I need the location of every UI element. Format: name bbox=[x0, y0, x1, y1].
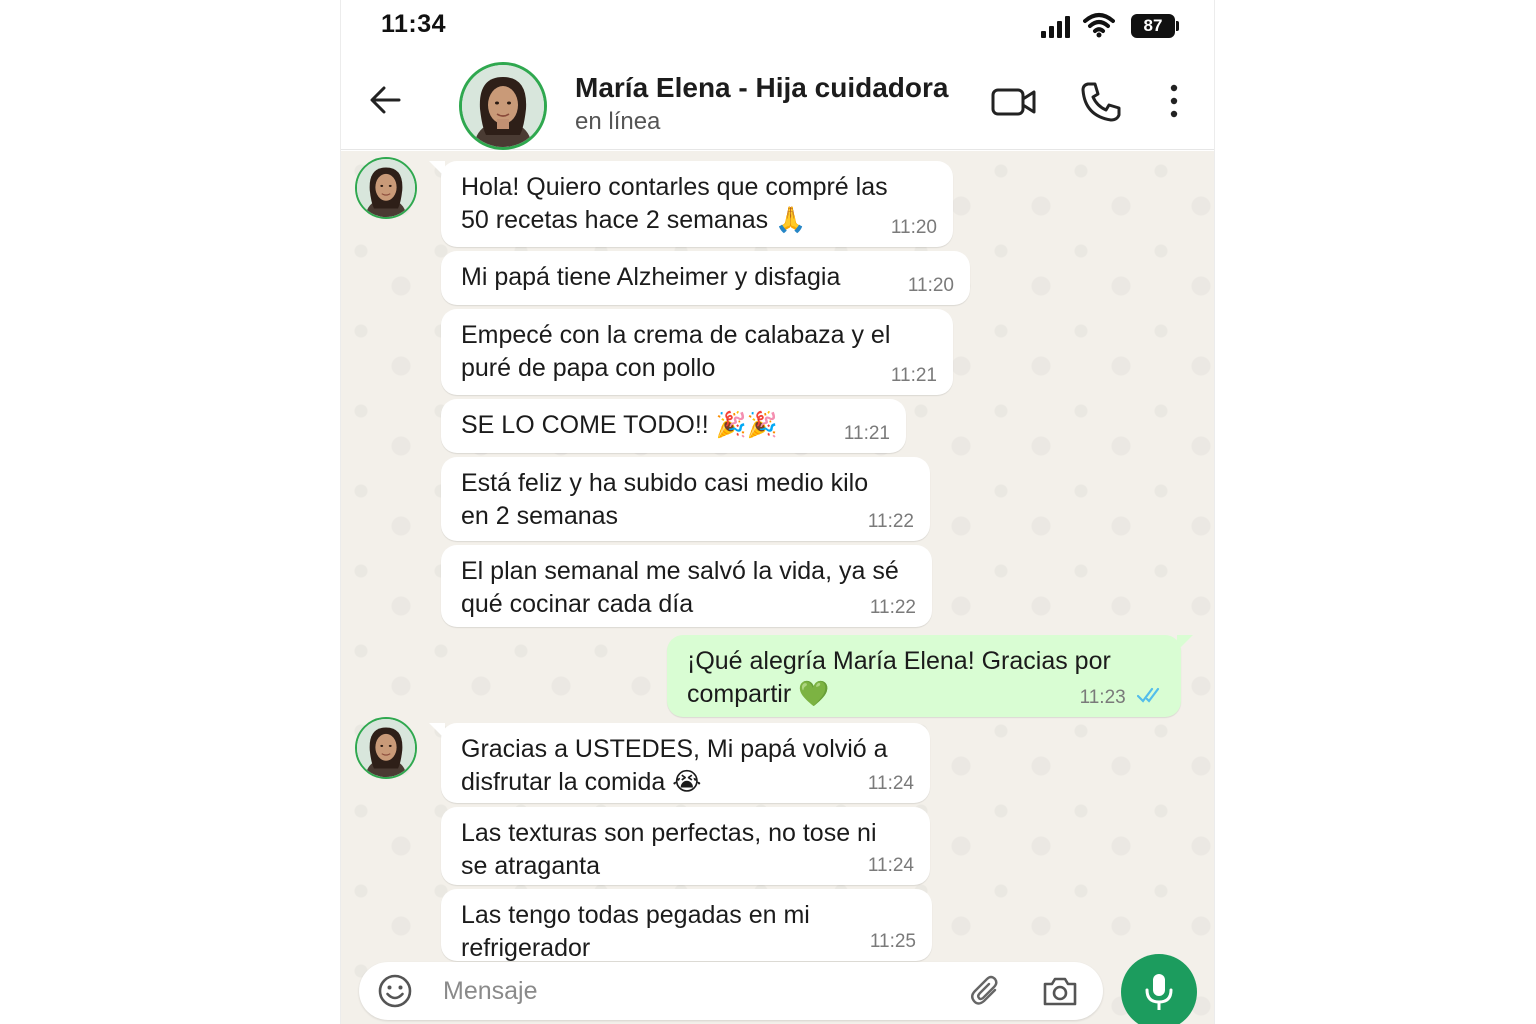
message-text: Empecé con la crema de calabaza y el pur… bbox=[461, 321, 891, 382]
message-time: 11:22 bbox=[869, 597, 916, 618]
camera-icon[interactable] bbox=[1041, 974, 1079, 1008]
message-time: 11:25 bbox=[869, 931, 916, 952]
message-input[interactable] bbox=[443, 970, 943, 1012]
more-vert-icon[interactable] bbox=[1156, 80, 1192, 124]
message-time: 11:23 bbox=[1079, 687, 1126, 708]
status-time: 11:34 bbox=[381, 10, 447, 38]
message-bubble-in[interactable]: El plan semanal me salvó la vida, ya sé … bbox=[441, 545, 932, 627]
message-bubble-out[interactable]: ¡Qué alegría María Elena! Gracias por co… bbox=[667, 635, 1193, 717]
emoji-icon[interactable] bbox=[377, 973, 413, 1009]
chat-header: María Elena - Hija cuidadora en línea bbox=[341, 52, 1214, 150]
message-composer bbox=[359, 962, 1103, 1020]
message-text: SE LO COME TODO!! 🎉🎉 bbox=[461, 411, 778, 439]
message-bubble-in[interactable]: Gracias a USTEDES, Mi papá volvió a disf… bbox=[429, 723, 930, 803]
message-bubble-in[interactable]: Está feliz y ha subido casi medio kilo e… bbox=[441, 457, 930, 541]
message-time: 11:20 bbox=[890, 217, 937, 238]
message-time: 11:24 bbox=[867, 773, 914, 794]
message-time: 11:21 bbox=[890, 365, 937, 386]
message-time: 11:21 bbox=[843, 423, 890, 444]
message-text: Hola! Quiero contarles que compré las 50… bbox=[461, 173, 888, 234]
message-text: Las texturas son perfectas, no tose ni s… bbox=[461, 819, 877, 880]
message-bubble-in[interactable]: Hola! Quiero contarles que compré las 50… bbox=[429, 161, 953, 247]
wifi-icon bbox=[1083, 12, 1115, 43]
contact-name[interactable]: María Elena - Hija cuidadora bbox=[575, 72, 948, 104]
message-text: Mi papá tiene Alzheimer y disfagia bbox=[461, 263, 841, 291]
message-bubble-in[interactable]: Las texturas son perfectas, no tose ni s… bbox=[441, 807, 930, 885]
message-bubble-in[interactable]: Mi papá tiene Alzheimer y disfagia 11:20 bbox=[441, 251, 970, 305]
video-call-icon[interactable] bbox=[991, 80, 1037, 124]
contact-status: en línea bbox=[575, 108, 661, 135]
sender-avatar[interactable] bbox=[355, 157, 417, 219]
phone-icon[interactable] bbox=[1079, 80, 1125, 124]
message-text: Gracias a USTEDES, Mi papá volvió a disf… bbox=[461, 735, 888, 796]
message-time: 11:22 bbox=[867, 511, 914, 532]
message-time: 11:20 bbox=[907, 275, 954, 296]
battery-level: 87 bbox=[1131, 14, 1175, 38]
attach-icon[interactable] bbox=[969, 974, 1003, 1008]
back-arrow-icon[interactable] bbox=[367, 82, 403, 118]
battery-icon: 87 bbox=[1131, 14, 1179, 38]
sender-avatar[interactable] bbox=[355, 717, 417, 779]
microphone-button[interactable] bbox=[1121, 954, 1197, 1024]
chat-area[interactable]: Hola! Quiero contarles que compré las 50… bbox=[341, 151, 1214, 1024]
message-text: Las tengo todas pegadas en mi refrigerad… bbox=[461, 901, 810, 962]
message-text: El plan semanal me salvó la vida, ya sé … bbox=[461, 557, 899, 618]
message-bubble-in[interactable]: Las tengo todas pegadas en mi refrigerad… bbox=[441, 889, 932, 962]
microphone-icon bbox=[1145, 974, 1173, 1010]
signal-icon bbox=[1041, 16, 1071, 43]
message-text: Está feliz y ha subido casi medio kilo e… bbox=[461, 469, 869, 530]
message-bubble-in[interactable]: SE LO COME TODO!! 🎉🎉 11:21 bbox=[441, 399, 906, 453]
message-time-read: 11:23 bbox=[1080, 687, 1165, 709]
message-bubble-in[interactable]: Empecé con la crema de calabaza y el pur… bbox=[441, 309, 953, 395]
message-time: 11:24 bbox=[867, 855, 914, 876]
status-bar: 11:34 87 bbox=[341, 0, 1214, 52]
contact-avatar[interactable] bbox=[459, 62, 547, 150]
phone-screen: 11:34 87 María Elena - Hija cuidadora en… bbox=[340, 0, 1215, 1024]
read-ticks-icon bbox=[1136, 687, 1165, 709]
